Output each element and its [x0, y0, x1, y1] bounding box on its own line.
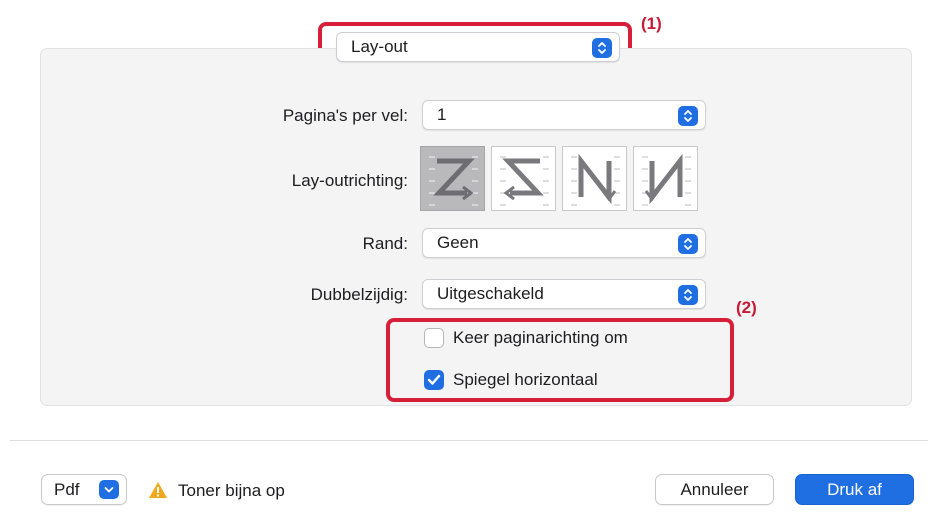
flip-horizontal-checkbox[interactable] — [424, 370, 444, 390]
n-order-icon[interactable] — [633, 146, 698, 211]
up-down-chevron-icon — [678, 106, 698, 126]
pages-per-sheet-value: 1 — [437, 105, 447, 124]
pages-per-sheet-popup[interactable]: 1 — [422, 100, 706, 130]
up-down-chevron-icon — [678, 234, 698, 254]
flip-horizontal-label: Spiegel horizontaal — [453, 370, 598, 389]
checkmark-icon — [427, 374, 441, 385]
flip-horizontal-option[interactable]: Spiegel horizontaal — [424, 370, 598, 390]
pdf-label: Pdf — [54, 480, 80, 499]
section-popup[interactable]: Lay-out — [336, 32, 620, 62]
border-value: Geen — [437, 233, 479, 252]
reverse-z-order-icon[interactable] — [491, 146, 556, 211]
up-down-chevron-icon — [678, 285, 698, 305]
warning-icon — [148, 481, 168, 504]
border-popup[interactable]: Geen — [422, 228, 706, 258]
cancel-button[interactable]: Annuleer — [655, 474, 774, 505]
two-sided-popup[interactable]: Uitgeschakeld — [422, 279, 706, 309]
two-sided-label: Dubbelzijdig: — [310, 285, 408, 304]
warning-text: Toner bijna op — [178, 481, 285, 500]
up-down-chevron-icon — [592, 38, 612, 58]
reverse-orientation-label: Keer paginarichting om — [453, 328, 628, 347]
pages-per-sheet-label: Pagina's per vel: — [282, 106, 408, 125]
layout-direction-label: Lay-outrichting: — [291, 171, 408, 190]
section-popup-value: Lay-out — [351, 37, 408, 56]
layout-direction-options — [420, 146, 698, 211]
pdf-menu-button[interactable]: Pdf — [41, 474, 127, 505]
chevron-down-icon — [99, 480, 119, 499]
annotation-label-2: (2) — [736, 298, 757, 317]
annotation-label-1: (1) — [641, 14, 662, 33]
border-label: Rand: — [362, 234, 408, 253]
reverse-orientation-checkbox[interactable] — [424, 328, 444, 348]
reverse-n-order-icon[interactable] — [562, 146, 627, 211]
z-order-icon[interactable] — [420, 146, 485, 211]
reverse-orientation-option[interactable]: Keer paginarichting om — [424, 328, 628, 348]
print-button[interactable]: Druk af — [795, 474, 914, 505]
footer-divider — [10, 440, 928, 441]
two-sided-value: Uitgeschakeld — [437, 284, 544, 303]
